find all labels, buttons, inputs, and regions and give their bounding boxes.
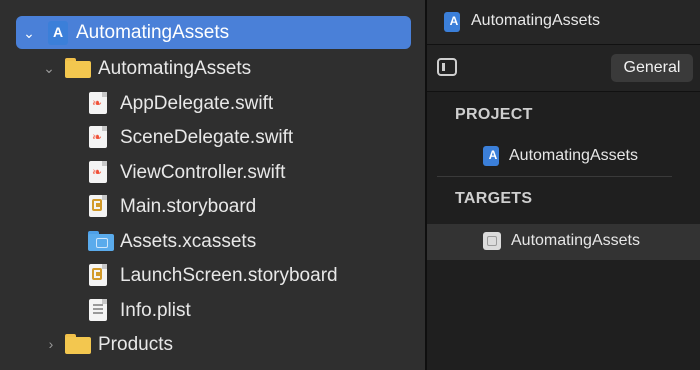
editor-jump-bar: A AutomatingAssets xyxy=(427,0,700,44)
swift-file-icon: ❧ xyxy=(89,161,107,183)
folder-icon xyxy=(65,58,91,78)
navigator-item-label: Products xyxy=(98,334,173,355)
sidebar-toggle-icon[interactable] xyxy=(437,58,457,76)
navigator-item-file[interactable]: ❧ SceneDelegate.swift xyxy=(0,120,425,154)
navigator-item-label: AutomatingAssets xyxy=(76,22,230,43)
project-editor: A AutomatingAssets General PROJECT A Aut… xyxy=(427,0,700,370)
asset-catalog-icon xyxy=(88,231,114,251)
project-item-label: AutomatingAssets xyxy=(509,147,638,164)
editor-title[interactable]: AutomatingAssets xyxy=(471,12,600,30)
project-section-header: PROJECT xyxy=(455,106,533,123)
navigator-item-file[interactable]: Assets.xcassets xyxy=(0,224,425,258)
navigator-item-label: AppDelegate.swift xyxy=(120,93,274,114)
chevron-down-icon[interactable]: ⌄ xyxy=(22,25,36,41)
chevron-right-icon[interactable]: › xyxy=(44,336,58,352)
navigator-item-label: AutomatingAssets xyxy=(98,58,252,79)
project-navigator: ⌄ A AutomatingAssets ⌄ AutomatingAssets … xyxy=(0,0,425,370)
navigator-item-label: Assets.xcassets xyxy=(120,231,257,252)
folder-icon xyxy=(65,334,91,354)
targets-section-header: TARGETS xyxy=(455,190,533,207)
navigator-item-label: ViewController.swift xyxy=(120,162,286,183)
target-item-label: AutomatingAssets xyxy=(511,232,640,249)
editor-toolbar: General xyxy=(427,44,700,92)
navigator-item-file[interactable]: Info.plist xyxy=(0,293,425,327)
plist-file-icon xyxy=(89,299,107,321)
navigator-item-file[interactable]: ❧ ViewController.swift xyxy=(0,155,425,189)
swift-file-icon: ❧ xyxy=(89,126,107,148)
project-list-item[interactable]: A AutomatingAssets xyxy=(483,146,638,166)
navigator-item-file[interactable]: ❧ AppDelegate.swift xyxy=(0,86,425,120)
app-target-icon xyxy=(483,232,501,250)
swift-file-icon: ❧ xyxy=(89,92,107,114)
navigator-item-file[interactable]: LaunchScreen.storyboard xyxy=(0,258,425,292)
navigator-item-label: Main.storyboard xyxy=(120,196,257,217)
navigator-item-label: LaunchScreen.storyboard xyxy=(120,265,338,286)
navigator-item-group[interactable]: ⌄ AutomatingAssets xyxy=(0,51,425,85)
storyboard-file-icon xyxy=(89,195,107,217)
target-list-item[interactable]: AutomatingAssets xyxy=(427,224,700,260)
project-icon: A xyxy=(48,21,68,45)
navigator-item-label: Info.plist xyxy=(120,300,191,321)
project-icon: A xyxy=(444,12,460,32)
target-item[interactable]: AutomatingAssets xyxy=(483,232,640,250)
navigator-item-file[interactable]: Main.storyboard xyxy=(0,189,425,223)
chevron-down-icon[interactable]: ⌄ xyxy=(42,60,56,76)
section-divider xyxy=(437,176,672,177)
navigator-item-project[interactable]: ⌄ A AutomatingAssets xyxy=(0,16,425,50)
storyboard-file-icon xyxy=(89,264,107,286)
tab-general[interactable]: General xyxy=(611,54,693,82)
navigator-item-label: SceneDelegate.swift xyxy=(120,127,294,148)
project-icon: A xyxy=(483,146,499,166)
navigator-item-group[interactable]: › Products xyxy=(0,327,425,361)
